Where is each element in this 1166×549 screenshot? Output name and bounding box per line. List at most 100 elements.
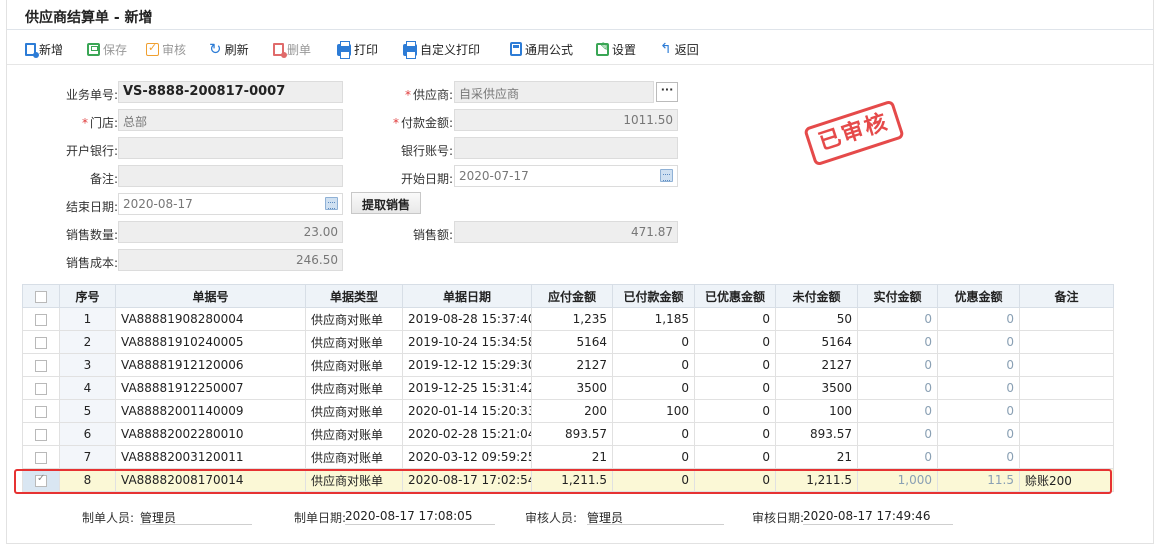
table-row[interactable]: 3 VA88881912120006 供应商对账单 2019-12-12 15:… <box>22 353 1114 377</box>
note-cell[interactable] <box>1019 376 1114 400</box>
actual-pay-cell[interactable]: 0 <box>857 307 938 331</box>
audit-button[interactable]: 审核 <box>146 40 186 58</box>
note-cell[interactable] <box>1019 307 1114 331</box>
row-checkbox[interactable] <box>35 359 47 372</box>
table-row[interactable]: 6 VA88882002280010 供应商对账单 2020-02-28 15:… <box>22 422 1114 446</box>
row-select-cell[interactable] <box>22 307 60 331</box>
discount-cell[interactable]: 0 <box>937 353 1020 377</box>
supplier-label: * 供应商: <box>404 88 453 102</box>
sales-amount-field[interactable]: 471.87 <box>454 221 678 243</box>
table-row-selected[interactable]: 8 VA88882008170014 供应商对账单 2020-08-17 17:… <box>22 468 1114 492</box>
doc-type-cell: 供应商对账单 <box>305 399 403 423</box>
row-checkbox[interactable] <box>35 451 47 464</box>
note-cell[interactable] <box>1019 445 1114 469</box>
remark-label: 备注: <box>89 172 118 186</box>
actual-pay-cell[interactable]: 0 <box>857 422 938 446</box>
table-row[interactable]: 2 VA88881910240005 供应商对账单 2019-10-24 15:… <box>22 330 1114 354</box>
doc-no-field[interactable]: VS-8888-200817-0007 <box>118 81 343 103</box>
delete-button[interactable]: 删单 <box>273 40 311 58</box>
col-header[interactable]: 备注 <box>1019 284 1114 308</box>
table-row[interactable]: 4 VA88881912250007 供应商对账单 2019-12-25 15:… <box>22 376 1114 400</box>
paid-cell: 0 <box>612 422 695 446</box>
save-button[interactable]: 保存 <box>87 40 127 58</box>
doc-date-cell: 2020-03-12 09:59:25 <box>402 445 532 469</box>
discount-cell[interactable]: 0 <box>937 445 1020 469</box>
bank-field[interactable] <box>118 137 343 159</box>
end-date-field[interactable]: 2020-08-17 <box>118 193 343 215</box>
col-header[interactable]: 已付款金额 <box>612 284 695 308</box>
col-header[interactable]: 已优惠金额 <box>694 284 776 308</box>
actual-pay-cell[interactable]: 1,000 <box>857 468 938 492</box>
grid-header-row: 序号 单据号 单据类型 单据日期 应付金额 已付款金额 已优惠金额 未付金额 实… <box>22 284 1114 308</box>
refresh-button[interactable]: ↻ 刷新 <box>209 40 249 58</box>
row-select-cell[interactable] <box>22 330 60 354</box>
col-header[interactable]: 未付金额 <box>775 284 858 308</box>
row-checkbox[interactable] <box>35 382 47 395</box>
created-date-value: 2020-08-17 17:08:05 <box>345 509 473 523</box>
select-all-checkbox[interactable] <box>35 290 47 303</box>
fetch-sales-button[interactable]: 提取销售 <box>351 192 422 214</box>
doc-type-cell: 供应商对账单 <box>305 353 403 377</box>
discount-cell[interactable]: 0 <box>937 422 1020 446</box>
calendar-icon[interactable] <box>660 169 673 182</box>
note-cell[interactable] <box>1019 399 1114 423</box>
sales-cost-field[interactable]: 246.50 <box>118 249 343 271</box>
row-checkbox[interactable] <box>35 428 47 441</box>
note-cell[interactable] <box>1019 330 1114 354</box>
col-header[interactable]: 序号 <box>59 284 116 308</box>
discount-cell[interactable]: 0 <box>937 399 1020 423</box>
actual-pay-cell[interactable]: 0 <box>857 353 938 377</box>
sales-cost-label: 销售成本: <box>65 256 118 270</box>
store-field[interactable]: 总部 <box>118 109 343 131</box>
calendar-icon[interactable] <box>325 197 338 210</box>
discount-cell[interactable]: 0 <box>937 330 1020 354</box>
col-header[interactable]: 单据类型 <box>305 284 403 308</box>
col-header[interactable]: 应付金额 <box>531 284 613 308</box>
supplier-field[interactable]: 自采供应商 <box>454 81 654 103</box>
row-no: 3 <box>59 353 116 377</box>
table-row[interactable]: 7 VA88882003120011 供应商对账单 2020-03-12 09:… <box>22 445 1114 469</box>
actual-pay-cell[interactable]: 0 <box>857 445 938 469</box>
col-header[interactable]: 优惠金额 <box>937 284 1020 308</box>
col-header[interactable]: 单据日期 <box>402 284 532 308</box>
row-checkbox[interactable] <box>35 336 47 349</box>
row-select-cell[interactable] <box>22 422 60 446</box>
note-cell[interactable]: 赊账200 <box>1019 468 1114 492</box>
discount-cell[interactable]: 0 <box>937 376 1020 400</box>
table-row[interactable]: 5 VA88882001140009 供应商对账单 2020-01-14 15:… <box>22 399 1114 423</box>
unpaid-cell: 3500 <box>775 376 858 400</box>
discount-cell[interactable]: 0 <box>937 307 1020 331</box>
row-checkbox[interactable] <box>35 405 47 418</box>
select-all-cell[interactable] <box>22 284 60 308</box>
actual-pay-cell[interactable]: 0 <box>857 330 938 354</box>
custom-print-button[interactable]: 自定义打印 <box>403 40 480 59</box>
start-date-field[interactable]: 2020-07-17 <box>454 165 678 187</box>
table-row[interactable]: 1 VA88881908280004 供应商对账单 2019-08-28 15:… <box>22 307 1114 331</box>
row-checkbox-checked[interactable] <box>35 473 47 487</box>
note-cell[interactable] <box>1019 353 1114 377</box>
actual-pay-cell[interactable]: 0 <box>857 399 938 423</box>
row-select-cell[interactable] <box>22 376 60 400</box>
row-checkbox[interactable] <box>35 313 47 326</box>
col-header[interactable]: 实付金额 <box>857 284 938 308</box>
discount-cell[interactable]: 11.5 <box>937 468 1020 492</box>
settings-button[interactable]: 设置 <box>596 40 636 58</box>
pay-amount-field[interactable]: 1011.50 <box>454 109 678 131</box>
formula-button[interactable]: 通用公式 <box>510 40 573 58</box>
print-button[interactable]: 打印 <box>337 40 378 59</box>
row-select-cell[interactable] <box>22 353 60 377</box>
account-field[interactable] <box>454 137 678 159</box>
note-cell[interactable] <box>1019 422 1114 446</box>
paid-cell: 0 <box>612 330 695 354</box>
back-button[interactable]: ↰ 返回 <box>660 40 699 58</box>
row-select-cell[interactable] <box>22 399 60 423</box>
col-header[interactable]: 单据号 <box>115 284 306 308</box>
add-button[interactable]: 新增 <box>25 40 63 58</box>
actual-pay-cell[interactable]: 0 <box>857 376 938 400</box>
remark-field[interactable] <box>118 165 343 187</box>
back-label: 返回 <box>674 42 699 57</box>
row-select-cell[interactable] <box>22 468 60 492</box>
supplier-more-button[interactable]: ··· <box>656 82 678 102</box>
sales-qty-field[interactable]: 23.00 <box>118 221 343 243</box>
row-select-cell[interactable] <box>22 445 60 469</box>
